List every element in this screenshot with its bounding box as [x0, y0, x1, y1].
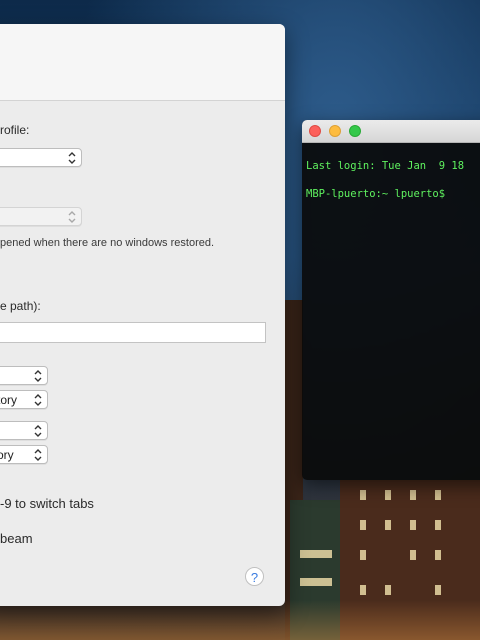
profile-label: rofile:: [0, 123, 30, 137]
building-window: [360, 520, 366, 530]
terminal-prompt-line: MBP-lpuerto:~ lpuerto$: [306, 188, 452, 200]
building-window: [360, 585, 366, 595]
chevron-updown-icon: [68, 211, 76, 223]
terminal-last-login-line: Last login: Tue Jan 9 18: [306, 160, 465, 172]
option-popup-2-value: tory: [0, 393, 18, 407]
building-window: [360, 490, 366, 500]
building-window: [410, 520, 416, 530]
option-popup-2[interactable]: tory: [0, 390, 48, 409]
building-window: [410, 550, 416, 560]
street-glow: [0, 600, 480, 640]
building-window: [300, 550, 332, 558]
path-label: e path):: [0, 299, 41, 313]
chevron-updown-icon: [68, 152, 76, 164]
terminal-window[interactable]: Last login: Tue Jan 9 18 MBP-lpuerto:~ l…: [302, 120, 480, 480]
building-window: [410, 490, 416, 500]
zoom-button[interactable]: [349, 125, 361, 137]
terminal-output[interactable]: Last login: Tue Jan 9 18 MBP-lpuerto:~ l…: [302, 143, 480, 231]
preferences-window: rofile: pened when there are no windows …: [0, 24, 285, 606]
building-window: [385, 585, 391, 595]
startup-popup: [0, 207, 82, 226]
option-popup-3[interactable]: [0, 421, 48, 440]
building-window: [385, 490, 391, 500]
restore-note: pened when there are no windows restored…: [0, 237, 215, 249]
building-window: [435, 490, 441, 500]
building-window: [300, 578, 332, 586]
chevron-updown-icon: [34, 370, 42, 382]
option-popup-4[interactable]: ory: [0, 445, 48, 464]
option-popup-1[interactable]: [0, 366, 48, 385]
preferences-toolbar: [0, 24, 285, 101]
building-window: [435, 520, 441, 530]
building-window: [435, 585, 441, 595]
terminal-titlebar[interactable]: [302, 120, 480, 143]
path-input[interactable]: [0, 322, 266, 343]
chevron-updown-icon: [34, 394, 42, 406]
building-window: [360, 550, 366, 560]
cursor-beam-label[interactable]: beam: [0, 531, 33, 546]
minimize-button[interactable]: [329, 125, 341, 137]
chevron-updown-icon: [34, 425, 42, 437]
profile-popup[interactable]: [0, 148, 82, 167]
building-window: [435, 550, 441, 560]
close-button[interactable]: [309, 125, 321, 137]
switch-tabs-label[interactable]: -9 to switch tabs: [0, 496, 94, 511]
option-popup-4-value: ory: [0, 448, 14, 462]
chevron-updown-icon: [34, 449, 42, 461]
help-button[interactable]: ?: [245, 567, 264, 586]
building-window: [385, 520, 391, 530]
